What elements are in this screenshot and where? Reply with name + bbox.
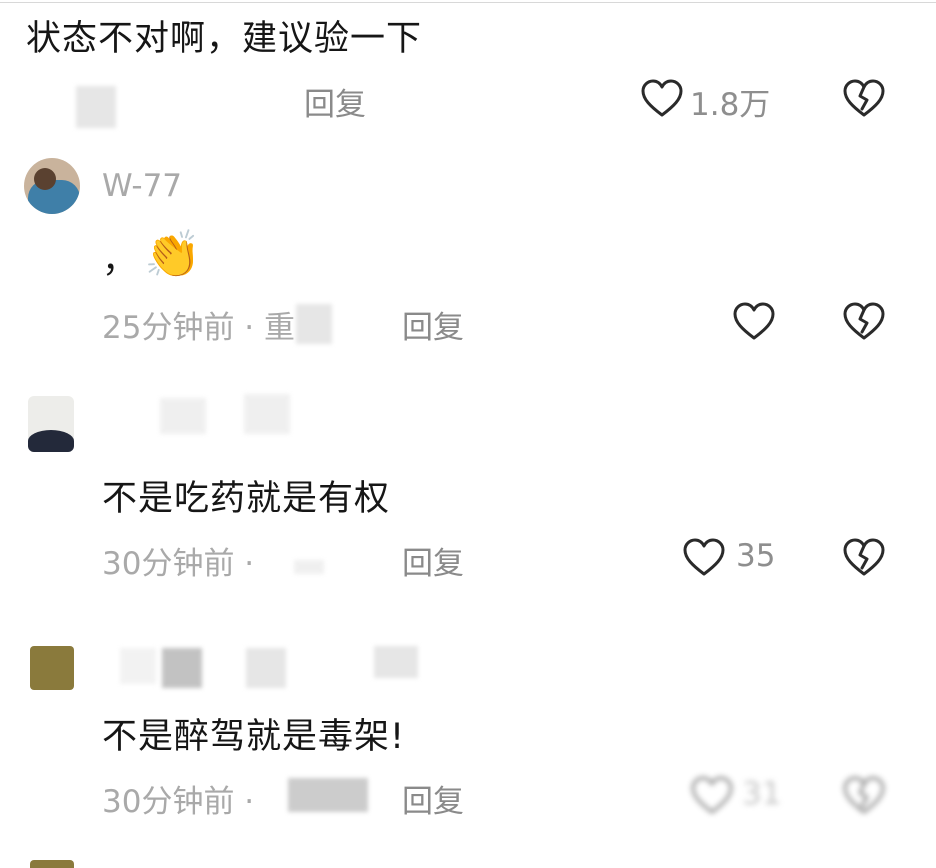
heart-outline-icon (641, 79, 683, 117)
clapping-hands-emoji: 👏 (144, 227, 202, 281)
blurred-username (162, 648, 202, 688)
dislike-button[interactable] (842, 78, 886, 118)
reply-button[interactable]: 回复 (402, 538, 464, 583)
broken-heart-icon (843, 302, 885, 340)
dislike-button[interactable] (842, 537, 886, 577)
avatar[interactable] (24, 158, 80, 214)
dislike-button[interactable] (842, 775, 886, 815)
top-divider (0, 2, 936, 3)
avatar[interactable] (30, 860, 74, 868)
like-button[interactable] (732, 301, 776, 341)
blurred-username (120, 648, 156, 684)
blurred-username (374, 646, 418, 678)
blurred-username (244, 394, 290, 434)
heart-outline-icon (683, 538, 725, 576)
blurred-location (296, 304, 332, 344)
broken-heart-icon (843, 538, 885, 576)
broken-heart-icon (843, 776, 885, 814)
like-count: 35 (736, 538, 776, 574)
reply-button[interactable]: 回复 (304, 79, 366, 124)
heart-outline-icon (733, 302, 775, 340)
comment-time: 25分钟前 · 重 (102, 310, 296, 346)
avatar[interactable] (30, 646, 74, 690)
like-button[interactable] (640, 78, 684, 118)
comment-time: 30分钟前 · (102, 784, 255, 820)
comment-text: 不是吃药就是有权 (102, 479, 391, 519)
comment-time: 30分钟前 · (102, 546, 255, 582)
blurred-location (288, 778, 368, 812)
avatar[interactable] (28, 396, 74, 452)
reply-button[interactable]: 回复 (402, 302, 464, 347)
username[interactable]: W-77 (102, 168, 182, 204)
blurred-username (246, 648, 286, 688)
blurred-username (76, 86, 116, 128)
blurred-username (160, 398, 206, 434)
reply-button[interactable]: 回复 (402, 776, 464, 821)
like-count: 31 (742, 776, 782, 812)
heart-outline-icon (691, 776, 733, 814)
broken-heart-icon (843, 79, 885, 117)
like-button[interactable] (690, 775, 734, 815)
comment-text: 状态不对啊，建议验一下 (26, 19, 423, 59)
dislike-button[interactable] (842, 301, 886, 341)
blurred-location (294, 560, 324, 574)
comment-text: 不是醉驾就是毒架! (102, 717, 406, 757)
comment-text: ， (102, 241, 139, 281)
like-count: 1.8万 (690, 87, 771, 123)
like-button[interactable] (682, 537, 726, 577)
